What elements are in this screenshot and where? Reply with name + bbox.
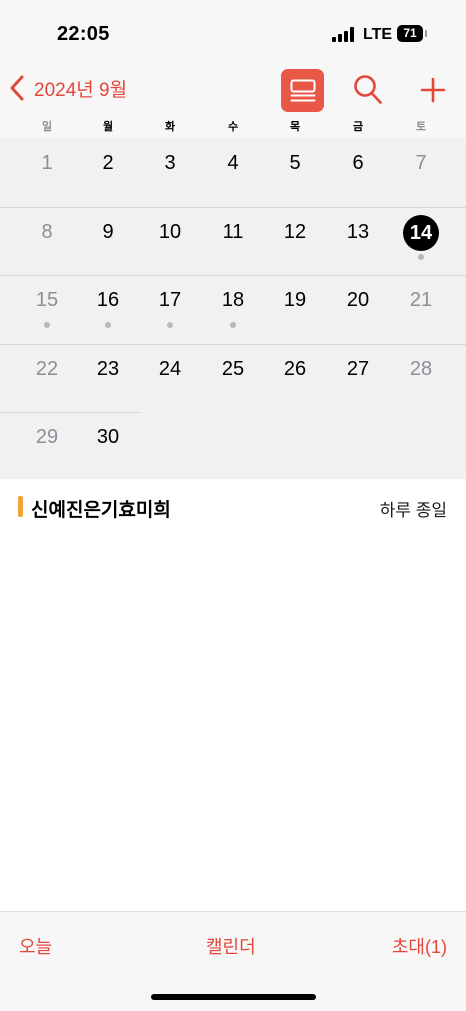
calendar-day[interactable]: 13: [336, 221, 380, 244]
header-area: 22:05 LTE 71 2024년 9월 일 월 화 수 목 금 토: [0, 0, 466, 138]
chevron-left-icon: [10, 75, 24, 101]
calendar-day[interactable]: 23: [86, 358, 130, 381]
event-list: 신예진은기효미희 하루 종일: [0, 479, 466, 911]
calendar-day[interactable]: 12: [273, 221, 317, 244]
week-separator: [0, 275, 466, 276]
event-item[interactable]: 신예진은기효미희 하루 종일: [0, 494, 466, 521]
status-time: 22:05: [57, 23, 110, 45]
calendar-day[interactable]: 4: [211, 152, 255, 175]
calendar-day[interactable]: 5: [273, 152, 317, 175]
month-grid: 1 2 3 4 5 6 7 8 9 10 11 12 13 14 15 16 17 18 19 20 21 22 23 24 2…: [0, 138, 466, 479]
battery-level: 71: [403, 26, 417, 40]
list-view-icon: [290, 79, 315, 101]
week-separator: [0, 206, 466, 208]
network-type: LTE: [363, 26, 393, 43]
calendar-day[interactable]: 8: [25, 221, 69, 244]
calendar-day[interactable]: 24: [148, 358, 192, 381]
week-separator: [0, 412, 140, 413]
search-icon[interactable]: [353, 74, 383, 106]
calendar-day[interactable]: 28: [399, 358, 443, 381]
event-time: 하루 종일: [379, 501, 447, 520]
cellular-signal-icon: [332, 26, 356, 42]
calendar-day[interactable]: 20: [336, 289, 380, 312]
calendar-day[interactable]: 6: [336, 152, 380, 175]
calendars-button[interactable]: 캘린더: [206, 933, 256, 959]
calendar-day[interactable]: 10: [148, 221, 192, 244]
calendar-day[interactable]: 2: [86, 152, 130, 175]
week-separator: [0, 343, 466, 345]
weekday-mon: 월: [102, 121, 114, 133]
inbox-button[interactable]: 초대(1): [392, 933, 447, 959]
calendar-day[interactable]: 15: [25, 289, 69, 312]
event-indicator-dot: [105, 322, 111, 328]
weekday-wed: 수: [227, 121, 239, 133]
plus-icon[interactable]: [420, 76, 446, 104]
calendar-day[interactable]: 7: [399, 152, 443, 175]
current-month-label: 2024년 9월: [34, 79, 128, 101]
home-indicator: [151, 994, 316, 1000]
calendar-day[interactable]: 16: [86, 289, 130, 312]
event-indicator-dot: [44, 322, 50, 328]
calendar-day[interactable]: 19: [273, 289, 317, 312]
event-indicator-dot: [167, 322, 173, 328]
calendar-day[interactable]: 17: [148, 289, 192, 312]
calendar-day[interactable]: 26: [273, 358, 317, 381]
calendar-day[interactable]: 3: [148, 152, 192, 175]
calendar-day[interactable]: 22: [25, 358, 69, 381]
calendar-day[interactable]: 1: [25, 152, 69, 175]
weekday-sat: 토: [415, 121, 427, 133]
back-to-year-button[interactable]: 2024년 9월: [8, 74, 127, 102]
calendar-day[interactable]: 25: [211, 358, 255, 381]
list-view-button[interactable]: [281, 69, 324, 112]
weekday-fri: 금: [352, 121, 364, 133]
calendar-day[interactable]: 18: [211, 289, 255, 312]
weekday-thu: 목: [289, 121, 301, 133]
calendar-day[interactable]: 21: [399, 289, 443, 312]
weekday-tue: 화: [164, 121, 176, 133]
event-indicator-dot: [418, 253, 424, 260]
weekday-header: 일 월 화 수 목 금 토: [0, 118, 466, 134]
calendar-day[interactable]: 30: [86, 426, 130, 449]
today-button[interactable]: 오늘: [19, 933, 52, 959]
event-calendar-color-bar: [18, 496, 23, 517]
calendar-day[interactable]: 9: [86, 221, 130, 244]
calendar-day[interactable]: 27: [336, 358, 380, 381]
weekday-sun: 일: [41, 121, 53, 133]
calendar-day[interactable]: 29: [25, 426, 69, 449]
calendar-day[interactable]: 14: [403, 214, 439, 251]
event-indicator-dot: [230, 322, 236, 328]
battery-icon: 71: [397, 25, 427, 42]
calendar-day[interactable]: 11: [211, 221, 255, 244]
event-title: 신예진은기효미희: [31, 500, 171, 521]
